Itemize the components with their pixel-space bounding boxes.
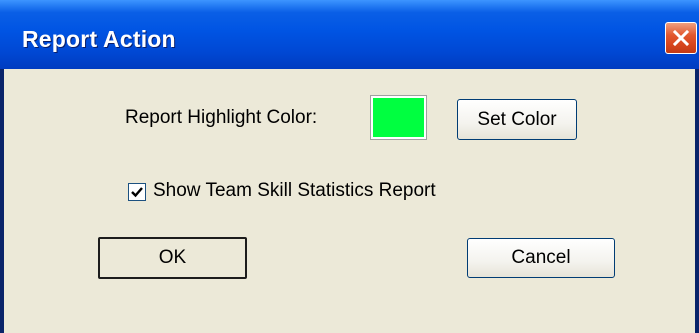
ok-button[interactable]: OK xyxy=(98,237,247,279)
ok-button-label: OK xyxy=(158,247,187,268)
close-button[interactable] xyxy=(665,22,697,54)
cancel-button[interactable]: Cancel xyxy=(467,238,615,278)
cancel-button-label: Cancel xyxy=(511,247,571,268)
checkmark-icon xyxy=(131,187,143,198)
close-icon xyxy=(672,29,690,47)
highlight-color-label: Report Highlight Color: xyxy=(125,107,318,128)
set-color-button-label: Set Color xyxy=(477,108,557,130)
set-color-button[interactable]: Set Color xyxy=(457,99,577,140)
dialog-body: Report Highlight Color: Set Color Show T… xyxy=(4,69,695,333)
show-stats-label[interactable]: Show Team Skill Statistics Report xyxy=(153,180,436,202)
highlight-color-swatch xyxy=(370,95,427,140)
show-stats-checkbox[interactable] xyxy=(128,183,146,201)
report-action-dialog: Report Action Report Highlight Color: Se… xyxy=(0,0,699,333)
title-bar[interactable]: Report Action xyxy=(0,0,699,69)
window-title: Report Action xyxy=(22,26,176,52)
